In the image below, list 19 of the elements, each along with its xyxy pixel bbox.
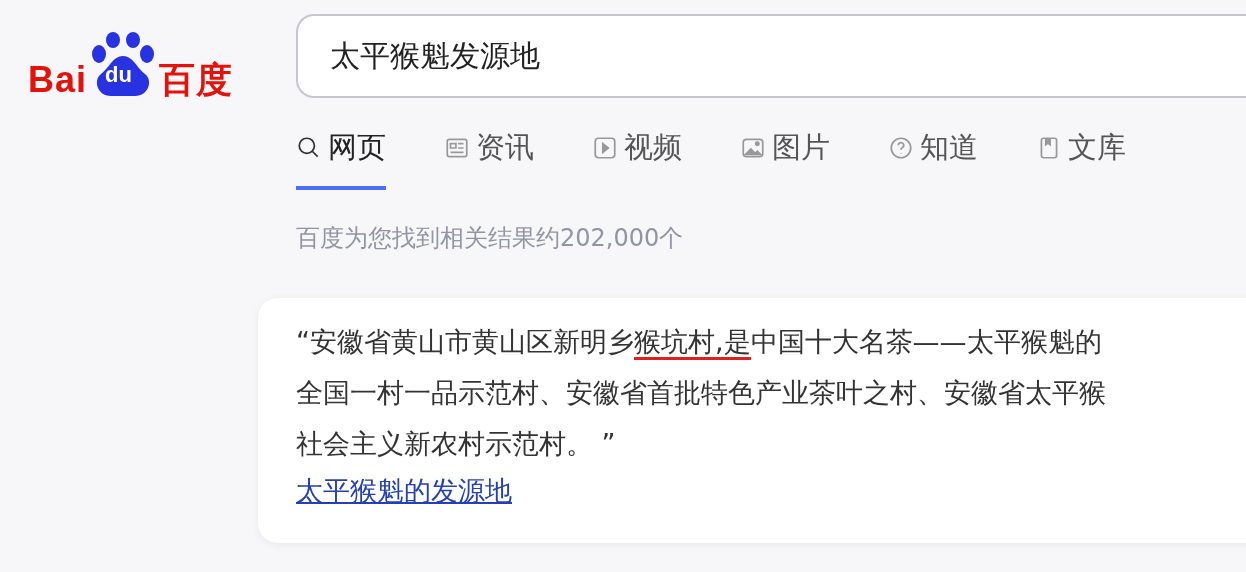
search-tab[interactable]: 视频 [592, 128, 682, 190]
search-tab[interactable]: 资讯 [444, 128, 534, 190]
question-icon [888, 135, 914, 161]
answer-text: 全国一村一品示范村、安徽省首批特色产业茶叶之村、安徽省太平猴 [296, 376, 1107, 410]
search-field[interactable]: 太平猴魁发源地 [296, 14, 1246, 98]
logo-text: du [105, 64, 132, 86]
source-link[interactable]: 太平猴魁的发源地 [296, 469, 512, 513]
search-tab[interactable]: 图片 [740, 128, 830, 190]
answer-text: 社会主义新农村示范村。 ” [296, 427, 617, 461]
logo-text: 百度 [159, 62, 234, 98]
image-icon [740, 135, 766, 161]
search-tab[interactable]: 知道 [888, 128, 978, 190]
search-tab[interactable]: 文库 [1036, 128, 1126, 190]
newspaper-icon [444, 135, 470, 161]
logo-text: Bai [28, 62, 88, 98]
play-icon [592, 135, 618, 161]
search-tab[interactable]: 网页 [296, 128, 386, 190]
answer-text: “安徽省黄山市黄山区新明乡猴坑村,是中国十大名茶——太平猴魁的 [296, 316, 1246, 367]
result-count: 百度为您找到相关结果约202,000个 [296, 223, 685, 254]
